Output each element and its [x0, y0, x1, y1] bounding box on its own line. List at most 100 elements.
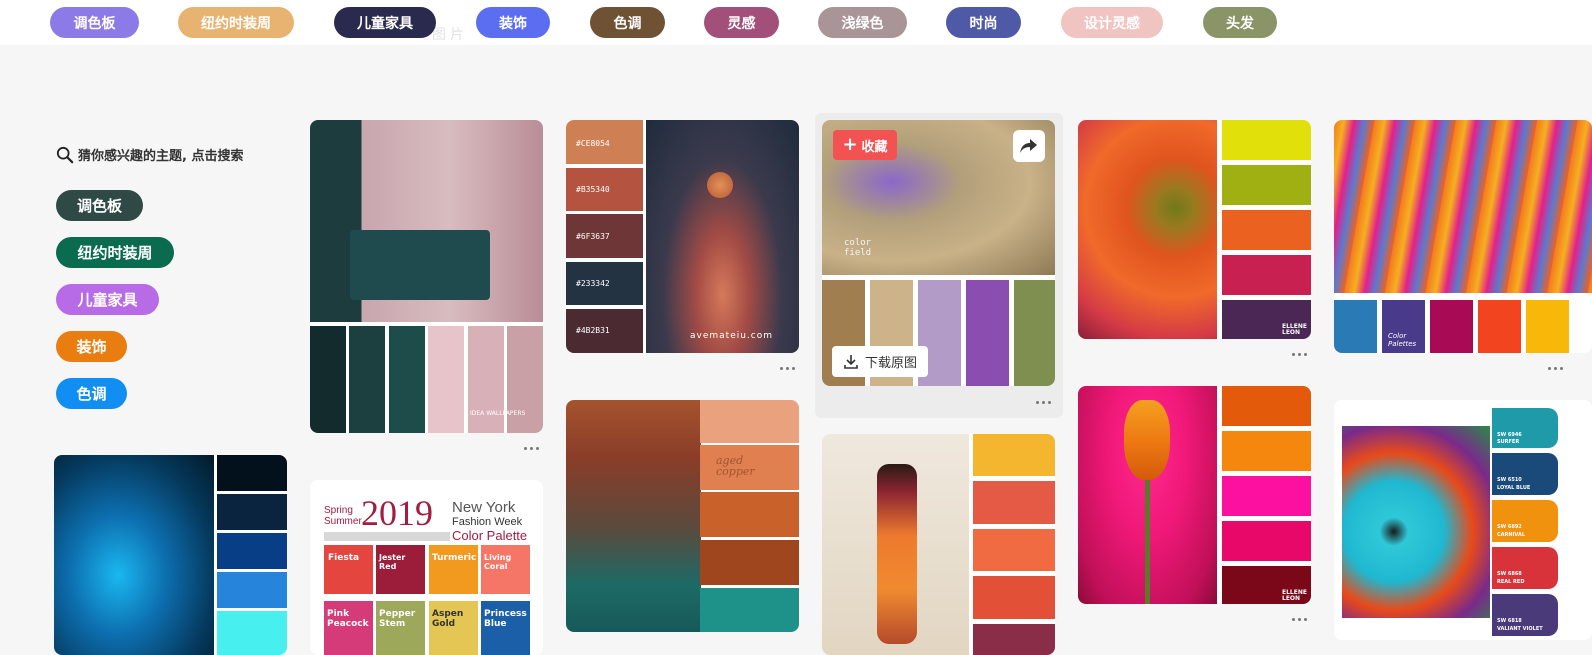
field-overlay-text: color field	[844, 238, 872, 258]
swatch	[966, 280, 1009, 386]
sidebar-tag-kids-furniture[interactable]: 儿童家具	[56, 284, 159, 315]
swatch: SW 6818 VALIANT VIOLET	[1492, 594, 1558, 636]
swatch	[973, 481, 1055, 524]
sidebar-tag-tone[interactable]: 色调	[56, 378, 127, 409]
poster-swatch: Fiesta	[324, 545, 373, 594]
swatch-name: LOYAL BLUE	[1497, 485, 1531, 491]
download-label: 下载原图	[864, 356, 917, 371]
image-card-daisy[interactable]: SW 6946 SURFER SW 6510 LOYAL BLUE SW 6892 C…	[1334, 400, 1592, 640]
swatch	[700, 540, 799, 585]
more-options-icon[interactable]	[1287, 349, 1311, 359]
poster-title2: Fashion Week	[452, 516, 523, 528]
swatch-name: REAL RED	[1497, 579, 1525, 585]
color-name: Turmeric	[432, 553, 477, 563]
swatch-name: CARNIVAL	[1497, 532, 1526, 538]
image-card-nyfw-poster[interactable]: Spring Summer 2019 New York Fashion Week…	[310, 480, 543, 655]
more-options-icon[interactable]	[519, 443, 543, 453]
top-tag-palette[interactable]: 调色板	[50, 7, 139, 38]
sidebar-tag-nyfw[interactable]: 纽约时装周	[56, 237, 174, 268]
image-card-bedroom[interactable]: IDEA WALLPAPERS	[310, 120, 543, 433]
swatch	[349, 326, 385, 433]
poster-swatch: Pepper Stem	[376, 601, 425, 655]
share-icon	[1020, 139, 1037, 153]
image-card-rings[interactable]: Color Palettes	[1334, 120, 1592, 353]
top-tag-tone[interactable]: 色调	[590, 7, 665, 38]
swatch	[217, 494, 287, 530]
brand-text: Color Palettes	[1388, 332, 1417, 348]
swatch-code: SW 6946	[1497, 432, 1522, 438]
moon-photo	[646, 120, 799, 353]
tulip-bloom-shape	[1124, 400, 1170, 480]
color-name: Pepper Stem	[379, 609, 416, 629]
top-tag-light-green[interactable]: 浅绿色	[818, 7, 907, 38]
image-card-fashion[interactable]	[822, 434, 1055, 655]
top-tag-fashion[interactable]: 时尚	[946, 7, 1021, 38]
swatch	[700, 588, 799, 632]
swatch-code: SW 6892	[1497, 524, 1522, 530]
sidebar-hint-text: 猜你感兴趣的主题, 点击搜索	[78, 149, 244, 164]
swatch: Color Palettes	[1382, 300, 1425, 353]
image-card-gerbera[interactable]: ELLENE LEON	[1078, 120, 1311, 339]
swatch	[973, 529, 1055, 571]
color-name: Living Coral	[484, 553, 512, 571]
top-tag-decor[interactable]: 装饰	[476, 7, 550, 38]
poster-swatch: Living Coral	[481, 545, 530, 594]
sidebar-hint[interactable]: 猜你感兴趣的主题, 点击搜索	[56, 145, 243, 164]
poster-swatch: Pink Peacock	[324, 601, 373, 655]
color-name: Jester Red	[379, 553, 406, 571]
collect-label: 收藏	[861, 139, 888, 155]
hex-code: #4B2B31	[576, 326, 610, 335]
top-tag-hair[interactable]: 头发	[1203, 7, 1277, 38]
swatch: ELLENE LEON	[1222, 300, 1311, 339]
swatch	[1222, 210, 1311, 250]
search-icon	[56, 146, 74, 163]
more-options-icon[interactable]	[1031, 397, 1055, 407]
top-tag-inspiration[interactable]: 灵感	[704, 7, 779, 38]
brand-text: ELLENE LEON	[1282, 323, 1307, 336]
more-options-icon[interactable]	[775, 363, 799, 373]
image-card-tulip[interactable]: ELLENE LEON	[1078, 386, 1311, 604]
download-original-button[interactable]: 下载原图	[832, 346, 928, 377]
more-options-icon[interactable]	[1287, 614, 1311, 624]
swatch: SW 6946 SURFER	[1492, 408, 1558, 448]
swatch	[1014, 280, 1055, 386]
swatch	[217, 455, 287, 491]
collect-button[interactable]: + 收藏	[833, 130, 897, 160]
swatch	[700, 492, 799, 537]
swatch	[1430, 300, 1473, 353]
sidebar-tag-decor[interactable]: 装饰	[56, 331, 127, 362]
more-options-icon[interactable]	[1543, 363, 1567, 373]
poster-year: 2019	[361, 493, 433, 533]
hex-code: #6F3637	[576, 232, 610, 241]
hex-code: #B35340	[576, 185, 610, 194]
top-tag-design-inspiration[interactable]: 设计灵感	[1061, 7, 1163, 38]
poster-swatch: Aspen Gold	[429, 601, 478, 655]
rings-photo	[1334, 120, 1592, 293]
sidebar-tag-palette[interactable]: 调色板	[56, 190, 143, 221]
swatch	[973, 434, 1055, 476]
credit-text: avemateiu.com	[690, 331, 774, 341]
image-card-blue-feather[interactable]	[54, 455, 287, 655]
swatch	[1222, 476, 1311, 516]
swatch	[1222, 431, 1311, 471]
swatch: #233342	[566, 262, 643, 305]
feather-photo	[54, 455, 214, 655]
top-tag-kids-furniture[interactable]: 儿童家具	[334, 7, 436, 38]
image-card-copper[interactable]: aged copper	[566, 400, 799, 632]
swatch	[217, 533, 287, 569]
color-name: Aspen Gold	[432, 609, 464, 629]
top-tag-nyfw[interactable]: 纽约时装周	[178, 7, 294, 38]
swatch	[1222, 255, 1311, 295]
swatch	[1478, 300, 1521, 353]
share-button[interactable]	[1013, 130, 1045, 162]
swatch-code: SW 6868	[1497, 571, 1522, 577]
plus-icon: +	[842, 134, 858, 155]
sequin-photo	[566, 400, 701, 632]
swatch: SW 6510 LOYAL BLUE	[1492, 453, 1558, 495]
swatch: #4B2B31	[566, 309, 643, 353]
moon-shape	[707, 172, 733, 198]
swatch: #CE8054	[566, 120, 643, 164]
poster-bar	[324, 532, 450, 541]
image-card-moon-palette[interactable]: avemateiu.com #CE8054 #B35340 #6F3637 #2…	[566, 120, 799, 353]
swatch	[1222, 386, 1311, 426]
